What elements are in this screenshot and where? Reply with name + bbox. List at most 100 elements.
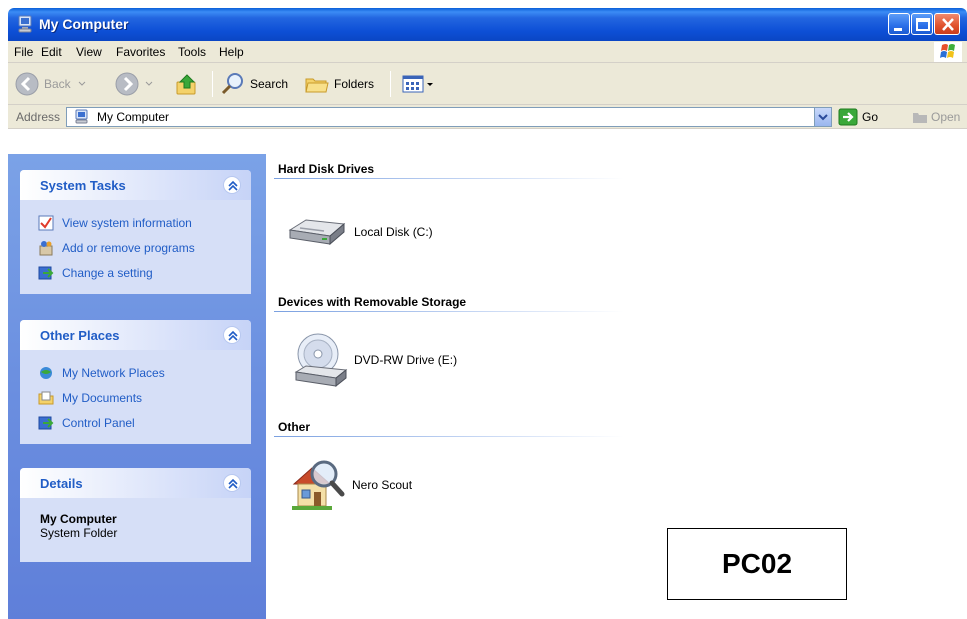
menu-file[interactable]: File (14, 45, 33, 59)
details-collapse-button[interactable] (223, 474, 241, 492)
details-name: My Computer (40, 512, 117, 526)
open-folder-icon (913, 113, 927, 123)
chevron-up-icon (228, 180, 238, 191)
add-remove-programs-icon (39, 240, 53, 255)
back-button[interactable]: Back (14, 63, 87, 105)
task-change-setting[interactable]: Change a setting (38, 260, 251, 285)
details-panel: Details My Computer System Folder (20, 468, 251, 562)
views-icon (402, 75, 424, 93)
dvd-drive-icon (294, 333, 348, 388)
folders-label: Folders (334, 77, 375, 91)
back-label: Back (44, 77, 71, 91)
system-tasks-collapse-button[interactable] (223, 176, 241, 194)
other-places-collapse-button[interactable] (223, 326, 241, 344)
maximize-button[interactable] (911, 13, 933, 35)
address-value: My Computer (97, 110, 170, 124)
nero-scout-icon (292, 460, 345, 510)
toolbar: Back Search Folders (8, 63, 967, 105)
other-places-panel: Other Places My Network Places My Docume… (20, 320, 251, 444)
address-label: Address (16, 110, 61, 124)
menu-bar: File Edit View Favorites Tools Help (8, 41, 967, 63)
up-folder-button[interactable] (174, 63, 200, 105)
system-information-icon (38, 215, 54, 230)
place-label: My Network Places (62, 365, 165, 380)
toolbar-separator (390, 71, 391, 97)
other-places-title: Other Places (40, 328, 120, 343)
my-documents-icon (38, 391, 54, 404)
windows-flag-icon (940, 44, 955, 58)
views-dropdown-icon[interactable] (426, 79, 434, 89)
task-label: View system information (62, 215, 192, 230)
task-view-system-information[interactable]: View system information (38, 210, 251, 235)
computer-icon (18, 15, 32, 33)
folders-icon (305, 78, 329, 93)
details-header[interactable]: Details (20, 468, 251, 498)
minimize-button[interactable] (888, 13, 910, 35)
minimize-icon (894, 28, 902, 31)
address-dropdown[interactable] (814, 108, 831, 126)
toolbar-separator (212, 71, 213, 97)
item-nero-scout[interactable]: Nero Scout (290, 454, 412, 516)
forward-dropdown-icon[interactable] (144, 79, 154, 89)
title-bar[interactable]: My Computer (8, 8, 967, 41)
task-pane: System Tasks View system information Add… (8, 154, 266, 619)
pc-label: PC02 (667, 528, 847, 600)
system-tasks-title: System Tasks (40, 178, 126, 193)
task-label: Add or remove programs (62, 240, 195, 255)
details-type: System Folder (40, 526, 118, 540)
menu-help[interactable]: Help (219, 45, 244, 59)
details-title: Details (40, 476, 83, 491)
up-folder-icon (176, 74, 196, 95)
menu-tools[interactable]: Tools (178, 45, 206, 59)
group-divider (274, 178, 624, 179)
chevron-up-icon (228, 330, 238, 341)
folders-button[interactable]: Folders (304, 63, 374, 105)
go-button[interactable]: Go (838, 107, 878, 127)
close-icon (942, 18, 954, 31)
place-label: My Documents (62, 390, 143, 405)
forward-arrow-icon (115, 72, 139, 96)
search-label: Search (250, 77, 289, 91)
search-icon (221, 73, 243, 95)
go-label: Go (862, 110, 879, 124)
place-my-network-places[interactable]: My Network Places (38, 360, 251, 385)
views-button[interactable] (400, 63, 434, 105)
control-panel-icon (38, 266, 54, 279)
task-add-remove-programs[interactable]: Add or remove programs (38, 235, 251, 260)
place-my-documents[interactable]: My Documents (38, 385, 251, 410)
group-divider (274, 311, 624, 312)
chevron-up-icon (228, 478, 238, 489)
close-button[interactable] (934, 13, 960, 35)
group-other: Other (278, 420, 311, 434)
address-input[interactable]: My Computer (66, 107, 832, 127)
chevron-down-icon (818, 114, 828, 121)
open-button[interactable]: Open (912, 107, 960, 127)
menu-view[interactable]: View (76, 45, 102, 59)
maximize-icon (916, 18, 930, 31)
group-removable-storage: Devices with Removable Storage (278, 295, 467, 309)
task-label: Change a setting (62, 265, 153, 280)
menu-favorites[interactable]: Favorites (116, 45, 165, 59)
windows-logo (934, 42, 962, 62)
hard-disk-icon (288, 219, 346, 246)
item-local-disk-c[interactable]: Local Disk (C:) (286, 212, 433, 252)
place-label: Control Panel (62, 415, 135, 430)
forward-button[interactable] (114, 63, 154, 105)
group-divider (274, 436, 624, 437)
menu-edit[interactable]: Edit (41, 45, 62, 59)
back-arrow-icon (15, 72, 39, 96)
back-dropdown-icon[interactable] (77, 79, 87, 89)
system-tasks-panel: System Tasks View system information Add… (20, 170, 251, 294)
other-places-header[interactable]: Other Places (20, 320, 251, 350)
open-label: Open (931, 110, 961, 124)
window-title: My Computer (39, 16, 129, 32)
address-bar: Address My Computer Go Open (8, 105, 967, 129)
system-tasks-header[interactable]: System Tasks (20, 170, 251, 200)
group-hard-disk-drives: Hard Disk Drives (278, 162, 375, 176)
search-button[interactable]: Search (220, 63, 288, 105)
go-arrow-icon (838, 108, 858, 126)
item-label: Nero Scout (352, 478, 413, 492)
item-label: DVD-RW Drive (E:) (354, 353, 458, 367)
place-control-panel[interactable]: Control Panel (38, 410, 251, 435)
item-dvd-rw-drive-e[interactable]: DVD-RW Drive (E:) (292, 328, 457, 392)
